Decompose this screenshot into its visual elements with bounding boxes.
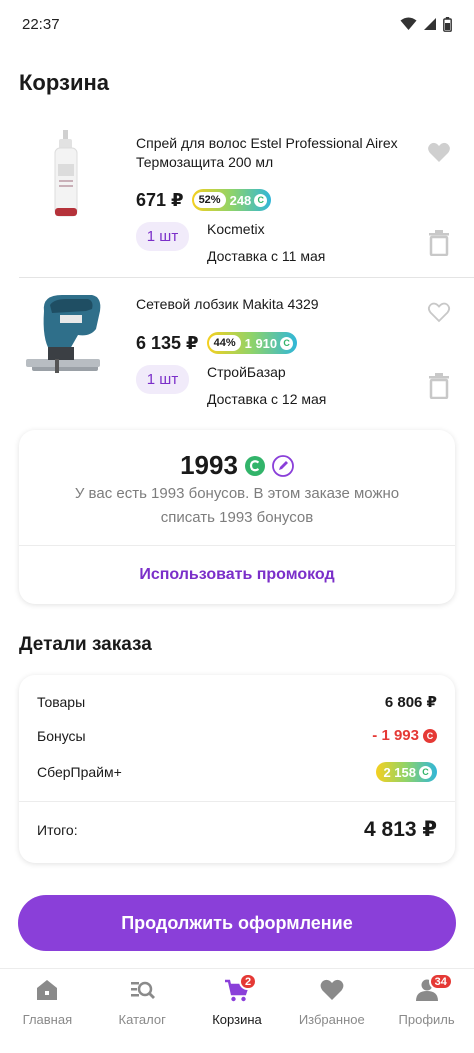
product-image-jigsaw[interactable] — [20, 288, 112, 380]
bonus-amount: 1993 — [180, 450, 238, 480]
price-row: 671 ₽ 52% 248 С — [136, 189, 272, 211]
favorite-heart-icon[interactable] — [427, 301, 451, 323]
bonuses-row: Бонусы - 1 993 С — [37, 727, 437, 744]
bonus-value: 1 910 — [244, 335, 278, 351]
prime-value: 2 158 — [383, 764, 416, 780]
seller-info: Kocmetix Доставка с 11 мая — [207, 219, 325, 267]
delete-trash-icon[interactable] — [428, 373, 450, 399]
item-divider — [19, 277, 474, 278]
favorite-heart-icon[interactable] — [427, 141, 451, 163]
status-bar: 22:37 — [0, 0, 474, 48]
total-value: 4 813 ₽ — [364, 818, 437, 841]
price-row: 6 135 ₽ 44% 1 910 С — [136, 332, 298, 354]
signal-icon — [424, 18, 436, 30]
bonuses-value: - 1 993 — [372, 727, 419, 744]
quantity-selector[interactable]: 1 шт — [136, 365, 189, 394]
order-details-title: Детали заказа — [19, 634, 152, 655]
bonus-coin-icon: С — [280, 336, 294, 350]
details-divider — [19, 801, 455, 802]
use-promocode-button[interactable]: Использовать промокод — [19, 566, 455, 584]
bonuses-label: Бонусы — [37, 727, 86, 744]
edit-pencil-icon[interactable] — [272, 454, 294, 477]
product-name[interactable]: Спрей для волос Estel Professional Airex… — [136, 134, 406, 172]
nav-favorites-label: Избранное — [298, 1012, 365, 1027]
continue-checkout-button[interactable]: Продолжить оформление — [18, 895, 456, 951]
bonus-card: 1993 У вас есть 1993 бонусов. В этом зак… — [19, 430, 455, 604]
product-image-spray[interactable] — [20, 128, 112, 220]
nav-home-label: Главная — [22, 1012, 73, 1027]
seller-info: СтройБазар Доставка с 12 мая — [207, 362, 326, 410]
card-divider — [19, 545, 455, 546]
bonus-amount-row: 1993 — [19, 450, 455, 481]
quantity-selector[interactable]: 1 шт — [136, 222, 189, 251]
page-title: Корзина — [19, 70, 109, 95]
order-details-card: Товары 6 806 ₽ Бонусы - 1 993 С СберПрай… — [19, 675, 455, 863]
status-icons — [400, 16, 452, 32]
total-row: Итого: 4 813 ₽ — [37, 817, 437, 842]
delete-trash-icon[interactable] — [428, 230, 450, 256]
wifi-icon — [400, 17, 417, 30]
nav-cart[interactable]: 2 Корзина — [190, 969, 284, 1053]
nav-profile-label: Профиль — [398, 1012, 455, 1027]
nav-catalog-label: Каталог — [118, 1012, 166, 1027]
nav-home[interactable]: Главная — [0, 969, 94, 1053]
sber-coin-icon — [244, 455, 265, 476]
profile-notification-badge: 34 — [428, 973, 453, 990]
bonus-value: 248 — [229, 192, 252, 208]
delivery-date: Доставка с 11 мая — [207, 248, 326, 264]
heart-icon — [320, 979, 344, 1000]
home-icon — [37, 980, 58, 1000]
nav-profile[interactable]: 34 Профиль — [380, 969, 474, 1053]
seller-name: Kocmetix — [207, 221, 265, 237]
seller-name: СтройБазар — [207, 364, 286, 380]
prime-row: СберПрайм+ 2 158 С — [37, 762, 437, 782]
goods-label: Товары — [37, 694, 86, 710]
bottom-navigation: Главная Каталог 2 Корзина Избранное 34 П… — [0, 968, 474, 1053]
status-time: 22:37 — [22, 15, 60, 33]
bonus-description: У вас есть 1993 бонусов. В этом заказе м… — [74, 485, 400, 526]
bonus-percent: 44% — [208, 335, 241, 351]
goods-row: Товары 6 806 ₽ — [37, 693, 437, 711]
bonus-badge: 52% 248 С — [191, 189, 272, 211]
bonus-coin-icon: С — [419, 765, 432, 779]
bonus-badge: 44% 1 910 С — [206, 332, 298, 354]
total-label: Итого: — [37, 821, 78, 838]
nav-cart-label: Корзина — [212, 1012, 262, 1027]
prime-label: СберПрайм+ — [37, 764, 122, 780]
cart-count-badge: 2 — [238, 973, 258, 990]
product-price: 671 ₽ — [136, 189, 184, 210]
prime-bonus-badge: 2 158 С — [376, 762, 437, 782]
battery-icon — [443, 16, 452, 32]
bonus-coin-icon: С — [423, 728, 437, 743]
bonus-coin-icon: С — [254, 193, 268, 207]
goods-value: 6 806 ₽ — [384, 694, 437, 711]
nav-favorites[interactable]: Избранное — [285, 969, 379, 1053]
bonuses-value-wrap: - 1 993 С — [372, 727, 437, 744]
product-price: 6 135 ₽ — [136, 332, 199, 353]
bonus-percent: 52% — [193, 192, 226, 208]
delivery-date: Доставка с 12 мая — [207, 391, 327, 407]
catalog-search-icon — [131, 981, 156, 999]
product-name[interactable]: Сетевой лобзик Makita 4329 — [136, 295, 406, 314]
nav-catalog[interactable]: Каталог — [95, 969, 189, 1053]
